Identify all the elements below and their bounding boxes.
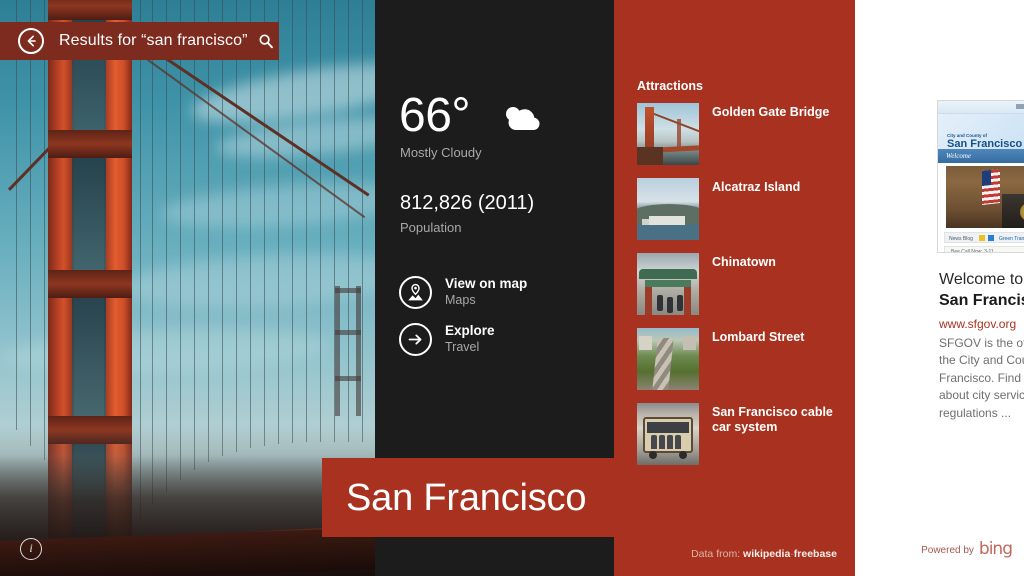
thumb-strip-text: News Blog bbox=[949, 235, 973, 242]
weather-condition: Mostly Cloudy bbox=[400, 145, 482, 160]
list-item[interactable]: Chinatown bbox=[637, 253, 842, 315]
attraction-thumbnail[interactable] bbox=[637, 403, 699, 465]
action-subtitle: Travel bbox=[445, 339, 480, 354]
data-from-label: Data from: bbox=[691, 548, 741, 560]
powered-by-bing: Powered by bing bbox=[921, 538, 1013, 559]
attraction-thumbnail[interactable] bbox=[637, 328, 699, 390]
web-result-title-line1[interactable]: Welcome to bbox=[939, 271, 1023, 289]
action-view-on-map[interactable]: View on map Maps bbox=[399, 276, 527, 309]
back-button[interactable] bbox=[18, 28, 44, 54]
web-result-snippet: SFGOV is the official website of the Cit… bbox=[939, 336, 1024, 420]
action-title: View on map bbox=[445, 276, 528, 292]
source-link-freebase[interactable]: freebase bbox=[794, 548, 837, 560]
source-link-wikipedia[interactable]: wikipedia bbox=[743, 548, 790, 560]
thumb-strip-text-2: Green Transportation bbox=[999, 235, 1024, 242]
web-results-panel: City and County of San Francisco Welcome… bbox=[855, 0, 1024, 576]
city-title-tile[interactable]: San Francisco bbox=[322, 458, 614, 537]
hero-photo-golden-gate-bridge: i bbox=[0, 0, 375, 576]
attraction-label: Chinatown bbox=[712, 255, 776, 269]
powered-by-label: Powered by bbox=[921, 545, 974, 556]
action-subtitle: Maps bbox=[445, 292, 476, 307]
web-result-url[interactable]: www.sfgov.org bbox=[939, 317, 1016, 331]
arrow-right-icon bbox=[399, 323, 432, 356]
search-query-text[interactable]: Results for “san francisco” bbox=[59, 32, 248, 50]
search-header-bar: Results for “san francisco” bbox=[0, 22, 279, 60]
list-item[interactable]: San Francisco cable car system bbox=[637, 403, 842, 465]
mostly-cloudy-icon bbox=[500, 104, 546, 139]
web-result-thumbnail[interactable]: City and County of San Francisco Welcome… bbox=[937, 100, 1024, 253]
thumb-welcome-text: Welcome bbox=[946, 152, 972, 160]
attractions-heading: Attractions bbox=[637, 79, 703, 93]
thumb-bottom-strip: Bee Call Now: 3-11 bbox=[944, 246, 1024, 253]
data-source-footer: Data from: wikipedia·freebase bbox=[614, 548, 837, 560]
attraction-thumbnail[interactable] bbox=[637, 178, 699, 240]
thumb-bottom-text: Bee Call Now: 3-11 bbox=[951, 249, 994, 253]
page-title: San Francisco bbox=[346, 476, 587, 519]
attraction-thumbnail[interactable] bbox=[637, 103, 699, 165]
population-value: 812,826 (2011) bbox=[400, 192, 535, 214]
bing-logo: bing bbox=[978, 538, 1013, 559]
attractions-list: Golden Gate Bridge Alcatraz Island China… bbox=[637, 103, 842, 478]
list-item[interactable]: Lombard Street bbox=[637, 328, 842, 390]
attraction-label: San Francisco cable car system bbox=[712, 405, 833, 435]
back-arrow-icon bbox=[24, 34, 38, 48]
attraction-label: Lombard Street bbox=[712, 330, 805, 344]
thumb-news-strip: News Blog Green Transportation bbox=[944, 232, 1024, 243]
weather-block: 66° bbox=[399, 92, 546, 140]
web-result-title-line2[interactable]: San Francisc bbox=[939, 292, 1024, 310]
attraction-label: Alcatraz Island bbox=[712, 180, 801, 194]
bridge-far-tower bbox=[335, 286, 361, 416]
attraction-thumbnail[interactable] bbox=[637, 253, 699, 315]
list-item[interactable]: Alcatraz Island bbox=[637, 178, 842, 240]
info-icon[interactable]: i bbox=[20, 538, 42, 560]
attractions-panel: Attractions Golden Gate Bridge Alcatraz … bbox=[614, 0, 855, 576]
search-icon[interactable] bbox=[258, 33, 274, 49]
action-title: Explore bbox=[445, 323, 495, 339]
thumb-hero-image bbox=[946, 166, 1024, 228]
action-explore[interactable]: Explore Travel bbox=[399, 323, 495, 356]
population-label: Population bbox=[400, 220, 462, 235]
list-item[interactable]: Golden Gate Bridge bbox=[637, 103, 842, 165]
bridge-deck bbox=[0, 456, 375, 576]
map-pin-icon bbox=[399, 276, 432, 309]
search-results-app: i Results for “san francisco” 66° Mostly… bbox=[0, 0, 1024, 576]
attraction-label: Golden Gate Bridge bbox=[712, 105, 830, 119]
temperature-value: 66° bbox=[399, 89, 471, 142]
